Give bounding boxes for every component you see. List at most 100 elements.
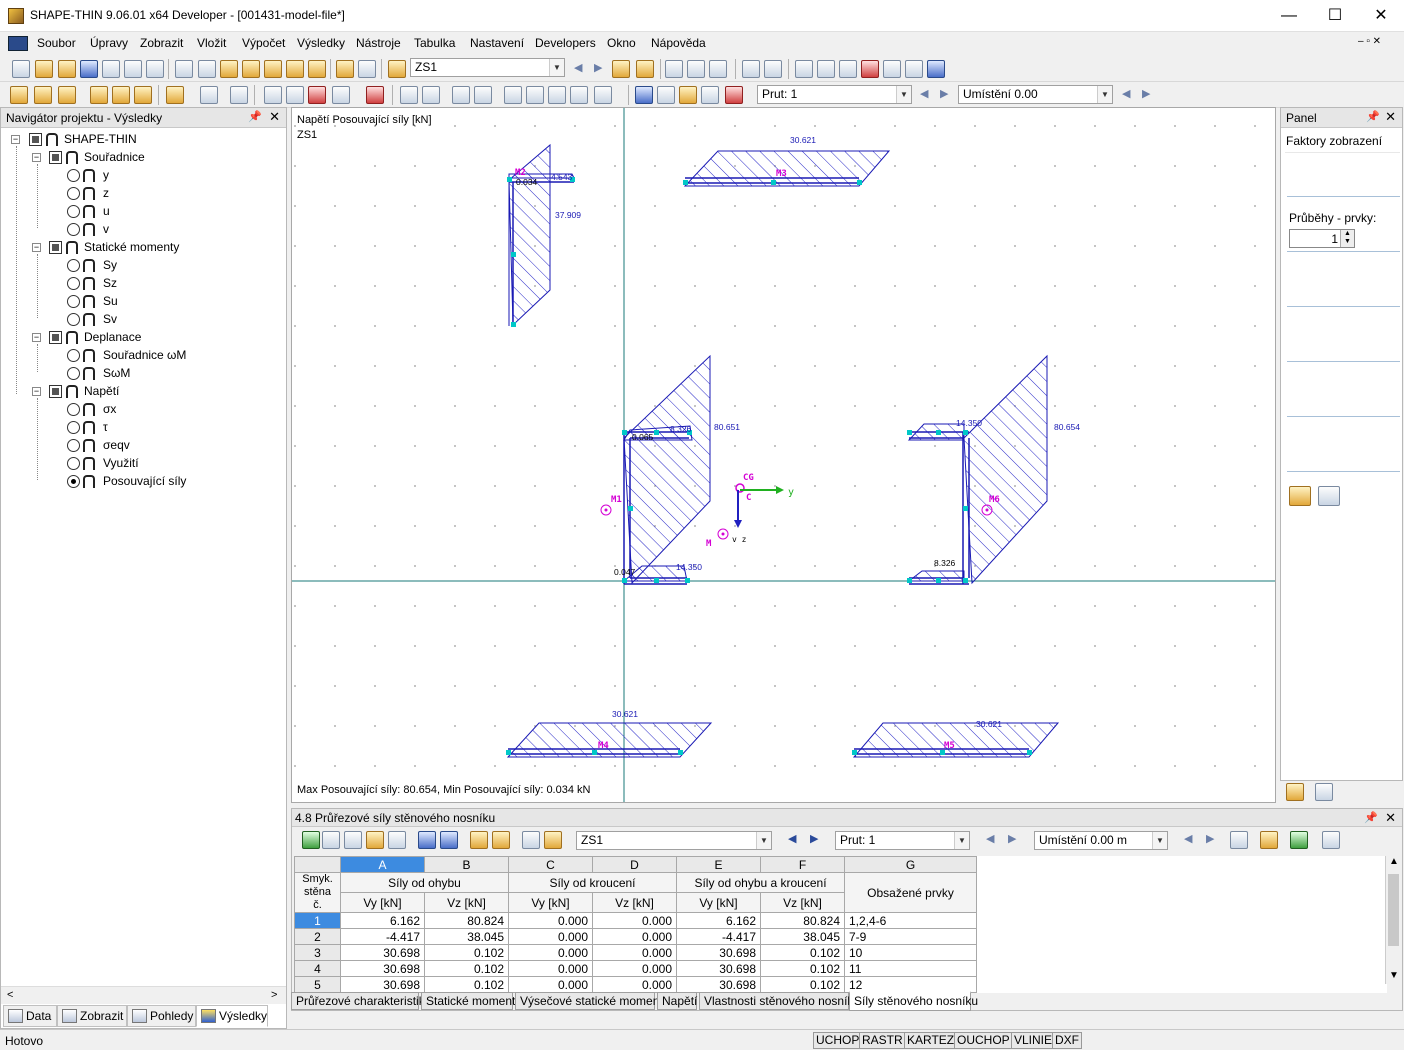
sigma-pl-icon[interactable] xyxy=(594,86,612,104)
save-icon[interactable] xyxy=(80,60,98,78)
copy-display-icon[interactable] xyxy=(1318,486,1340,506)
tree-root[interactable]: − SHAPE-THIN xyxy=(11,131,281,149)
rows-icon[interactable] xyxy=(344,831,362,849)
redo-icon[interactable] xyxy=(198,60,216,78)
tree-group-napeti[interactable]: − Napětí xyxy=(32,383,282,401)
menu-napoveda[interactable]: Nápověda xyxy=(651,36,706,50)
menu-nastroje[interactable]: Nástroje xyxy=(356,36,401,50)
scroll-thumb[interactable] xyxy=(1388,874,1399,946)
nav-tab-data[interactable]: Data xyxy=(3,1005,57,1027)
measure-icon[interactable] xyxy=(795,60,813,78)
radio[interactable] xyxy=(67,457,80,470)
col-header-b[interactable]: B xyxy=(424,856,509,873)
previous-icon[interactable]: ◀ xyxy=(788,832,796,845)
new-file-icon[interactable] xyxy=(12,60,30,78)
sheet-tab-sily[interactable]: Síly stěnového nosníku xyxy=(849,991,978,1011)
pin-icon[interactable]: 📌 xyxy=(1366,110,1380,123)
node-icon[interactable] xyxy=(34,86,52,104)
nav-tab-zobrazit[interactable]: Zobrazit xyxy=(57,1005,127,1027)
load-icon[interactable] xyxy=(166,86,184,104)
menu-vysledky[interactable]: Výsledky xyxy=(297,36,345,50)
raster-icon[interactable] xyxy=(742,60,760,78)
row-header[interactable]: 1 xyxy=(294,912,341,929)
element-icon[interactable] xyxy=(58,86,76,104)
close-icon[interactable]: ✕ xyxy=(1385,109,1396,125)
table-cell[interactable]: 30.698 xyxy=(676,944,761,961)
sheet-tab-napeti[interactable]: Napětí xyxy=(657,992,697,1010)
radio[interactable] xyxy=(67,223,80,236)
rotate-icon[interactable] xyxy=(817,60,835,78)
tree-item-omega[interactable]: Souřadnice ωM xyxy=(67,347,267,365)
table-cell[interactable]: 30.698 xyxy=(676,976,761,993)
table-cell[interactable]: 30.698 xyxy=(340,976,425,993)
tree-item-u[interactable]: u xyxy=(67,203,267,221)
checkbox[interactable] xyxy=(49,151,62,164)
target-icon[interactable] xyxy=(264,60,282,78)
menu-vypocet[interactable]: Výpočet xyxy=(242,36,285,50)
table-row[interactable]: 5 30.698 0.102 0.000 0.000 30.698 0.102 … xyxy=(294,976,1387,993)
col-header-e[interactable]: E xyxy=(676,856,761,873)
member-select[interactable]: Prut: 1 ▼ xyxy=(757,85,912,104)
sigma-v-icon[interactable] xyxy=(548,86,566,104)
results-table-icon[interactable] xyxy=(687,60,705,78)
status-dxf-button[interactable]: DXF xyxy=(1052,1032,1082,1049)
tree-item-su[interactable]: Su xyxy=(67,293,267,311)
omega-icon[interactable] xyxy=(452,86,470,104)
navigator-hscrollbar[interactable]: < > xyxy=(1,986,286,1004)
next-member-icon[interactable]: ▶ xyxy=(1008,832,1016,845)
tree-item-sy[interactable]: Sy xyxy=(67,257,267,275)
sheet-tab-staticke[interactable]: Statické momenty xyxy=(421,992,521,1010)
percent-icon[interactable] xyxy=(570,86,588,104)
table-vscrollbar[interactable]: ▲ ▼ xyxy=(1385,856,1401,984)
table-view-icon[interactable] xyxy=(336,60,354,78)
snap-icon[interactable] xyxy=(90,86,108,104)
table-cell[interactable]: 0.102 xyxy=(760,944,845,961)
menu-tabulka[interactable]: Tabulka xyxy=(414,36,455,50)
table-location-select[interactable]: Umístění 0.00 m ▼ xyxy=(1034,831,1168,850)
document-icon[interactable] xyxy=(8,36,28,51)
members-spinbox[interactable]: 1 ▲ ▼ xyxy=(1289,229,1355,248)
table-cell[interactable]: 0.000 xyxy=(592,976,677,993)
previous-location-icon[interactable]: ◀ xyxy=(1184,832,1192,845)
table-cell[interactable]: 0.000 xyxy=(592,928,677,945)
table-cell[interactable]: 1,2,4-6 xyxy=(844,912,977,929)
maximize-button[interactable]: ☐ xyxy=(1312,0,1358,31)
status-kartez-button[interactable]: KARTEZ xyxy=(904,1032,958,1049)
excel-icon[interactable] xyxy=(1290,831,1308,849)
status-ouchop-button[interactable]: OUCHOP xyxy=(954,1032,1013,1049)
snap-grid-icon[interactable] xyxy=(764,60,782,78)
checkbox[interactable] xyxy=(49,385,62,398)
table-cell[interactable]: 6.162 xyxy=(676,912,761,929)
radio[interactable] xyxy=(67,277,80,290)
mdi-controls[interactable]: – ▫ ✕ xyxy=(1358,36,1381,47)
tree-item-sigma-x[interactable]: σx xyxy=(67,401,267,419)
copy-icon[interactable] xyxy=(308,60,326,78)
table-cell[interactable]: 6.162 xyxy=(340,912,425,929)
table-cell[interactable]: 0.000 xyxy=(508,928,593,945)
edit-icon[interactable] xyxy=(220,60,238,78)
radio[interactable] xyxy=(67,169,80,182)
bracket-icon[interactable] xyxy=(701,86,719,104)
insert-icon[interactable] xyxy=(286,60,304,78)
info-icon[interactable] xyxy=(883,60,901,78)
status-vlinie-button[interactable]: VLINIE xyxy=(1011,1032,1056,1049)
collapse-icon[interactable]: − xyxy=(11,135,20,144)
table-cell[interactable]: 11 xyxy=(844,960,977,977)
filter-results-icon[interactable] xyxy=(1230,831,1248,849)
tree-item-v[interactable]: v xyxy=(67,221,267,239)
section-view-icon[interactable] xyxy=(366,86,384,104)
table-cell[interactable]: 0.102 xyxy=(760,976,845,993)
tree-item-y[interactable]: y xyxy=(67,167,267,185)
scroll-left-icon[interactable]: < xyxy=(7,989,13,1001)
export-icon[interactable] xyxy=(905,60,923,78)
menu-okno[interactable]: Okno xyxy=(607,36,636,50)
next-member-icon[interactable]: ▶ xyxy=(940,87,948,100)
table-cell[interactable]: 30.698 xyxy=(340,960,425,977)
status-rastr-button[interactable]: RASTR xyxy=(859,1032,906,1049)
bracket-icon[interactable] xyxy=(388,831,406,849)
pen-icon[interactable] xyxy=(1315,783,1333,801)
sigma-x-icon[interactable] xyxy=(504,86,522,104)
table-row[interactable]: 4 30.698 0.102 0.000 0.000 30.698 0.102 … xyxy=(294,960,1387,977)
collapse-icon[interactable]: − xyxy=(32,333,41,342)
scale-icon[interactable] xyxy=(1286,783,1304,801)
